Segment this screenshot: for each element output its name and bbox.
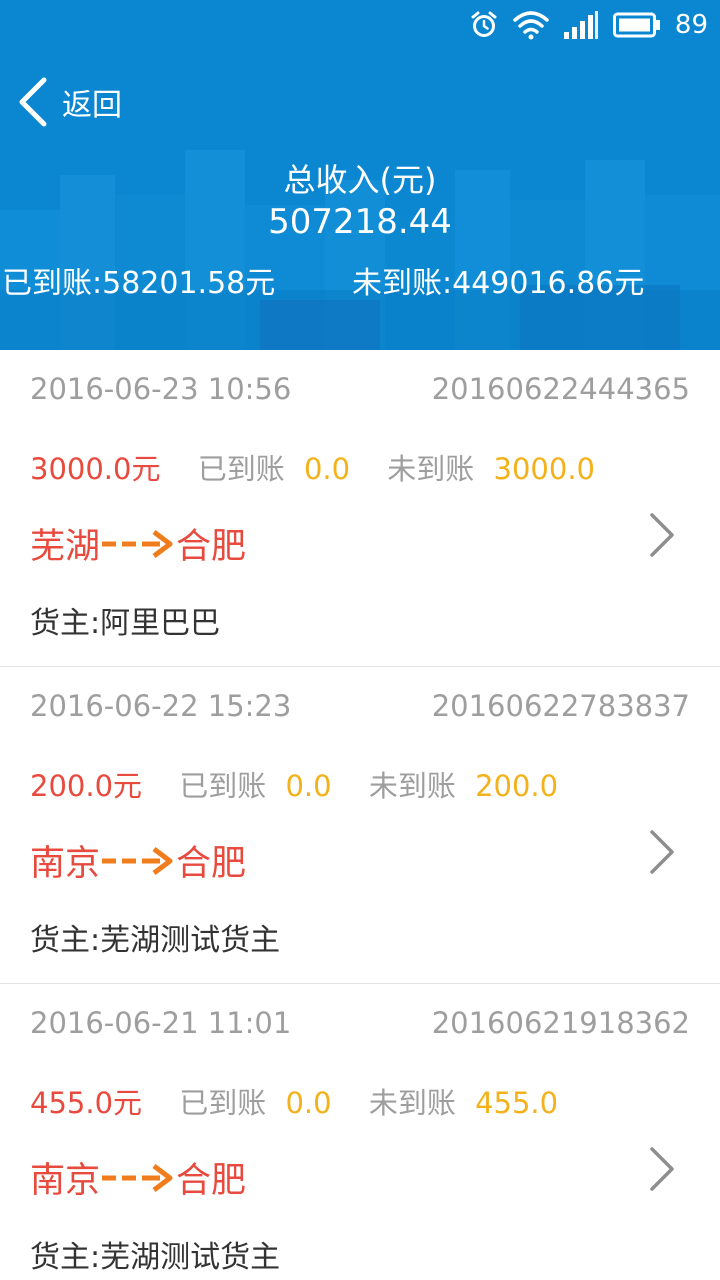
amount-row: 455.0元 已到账 0.0 未到账 455.0 — [30, 1080, 558, 1122]
order-card[interactable]: 2016-06-21 11:01 20160621918362 455.0元 已… — [0, 984, 720, 1280]
total-income-title: 总收入(元) — [283, 161, 437, 199]
unpaid-label: 未到账 — [368, 769, 456, 803]
back-label: 返回 — [62, 88, 122, 123]
route-arrow-icon — [102, 1163, 173, 1192]
route-to: 合肥 — [176, 844, 247, 884]
unpaid-label: 未到账 — [387, 452, 475, 486]
paid-label: 已到账 — [179, 1086, 267, 1120]
paid-summary: 已到账:58201.58元 — [2, 266, 276, 301]
total-income-value: 507218.44 — [268, 202, 452, 242]
route-to: 合肥 — [176, 527, 247, 567]
order-card[interactable]: 2016-06-22 15:23 20160622783837 200.0元 已… — [0, 667, 720, 984]
unpaid-value: 3000.0 — [493, 452, 595, 486]
order-amount: 3000.0元 — [30, 452, 161, 486]
chevron-right-icon — [650, 1147, 674, 1191]
income-screen: 89 返回 总收入(元) 507218.44 已到账:58201.58元 未到账… — [0, 0, 720, 1280]
battery-level: 89 — [674, 10, 708, 40]
cargo-owner: 货主:阿里巴巴 — [30, 606, 221, 641]
unpaid-summary: 未到账:449016.86元 — [352, 266, 645, 301]
order-number: 20160621918362 — [431, 1006, 690, 1040]
order-list: 2016-06-23 10:56 20160622444365 3000.0元 … — [0, 350, 720, 1280]
unpaid-label: 未到账 — [368, 1086, 456, 1120]
route-arrow-icon — [102, 529, 173, 558]
back-arrow-icon — [19, 77, 47, 127]
order-date: 2016-06-21 11:01 — [30, 1006, 292, 1040]
route: 南京 合肥 — [30, 835, 246, 886]
chevron-right-icon — [650, 513, 674, 557]
order-amount: 200.0元 — [30, 769, 143, 803]
income-header: 89 返回 总收入(元) 507218.44 已到账:58201.58元 未到账… — [0, 0, 720, 350]
route: 芜湖 合肥 — [30, 518, 246, 569]
status-bar: 89 — [0, 0, 720, 50]
alarm-icon — [471, 11, 497, 37]
order-number: 20160622444365 — [431, 372, 690, 406]
cargo-owner: 货主:芜湖测试货主 — [30, 923, 281, 958]
route-arrow-icon — [102, 846, 173, 875]
paid-label: 已到账 — [179, 769, 267, 803]
paid-value: 0.0 — [285, 1086, 332, 1120]
route-to: 合肥 — [176, 1161, 247, 1201]
back-button[interactable]: 返回 — [16, 74, 122, 130]
order-date: 2016-06-22 15:23 — [30, 689, 292, 723]
paid-value: 0.0 — [303, 452, 351, 486]
paid-label: 已到账 — [197, 452, 285, 486]
route-from: 芜湖 — [30, 527, 101, 567]
route-from: 南京 — [30, 1161, 101, 1201]
wifi-icon — [513, 11, 549, 40]
order-amount: 455.0元 — [30, 1086, 143, 1120]
amount-row: 200.0元 已到账 0.0 未到账 200.0 — [30, 763, 558, 805]
unpaid-value: 200.0 — [475, 769, 559, 803]
order-card[interactable]: 2016-06-23 10:56 20160622444365 3000.0元 … — [0, 350, 720, 667]
unpaid-value: 455.0 — [475, 1086, 559, 1120]
paid-value: 0.0 — [285, 769, 332, 803]
order-number: 20160622783837 — [431, 689, 690, 723]
route-from: 南京 — [30, 844, 101, 884]
route: 南京 合肥 — [30, 1152, 246, 1203]
signal-icon — [563, 11, 598, 39]
status-icons: 89 — [469, 6, 708, 44]
chevron-right-icon — [650, 830, 674, 874]
battery-icon — [612, 12, 660, 38]
amount-row: 3000.0元 已到账 0.0 未到账 3000.0 — [30, 446, 595, 488]
cargo-owner: 货主:芜湖测试货主 — [30, 1240, 281, 1275]
order-date: 2016-06-23 10:56 — [30, 372, 292, 406]
